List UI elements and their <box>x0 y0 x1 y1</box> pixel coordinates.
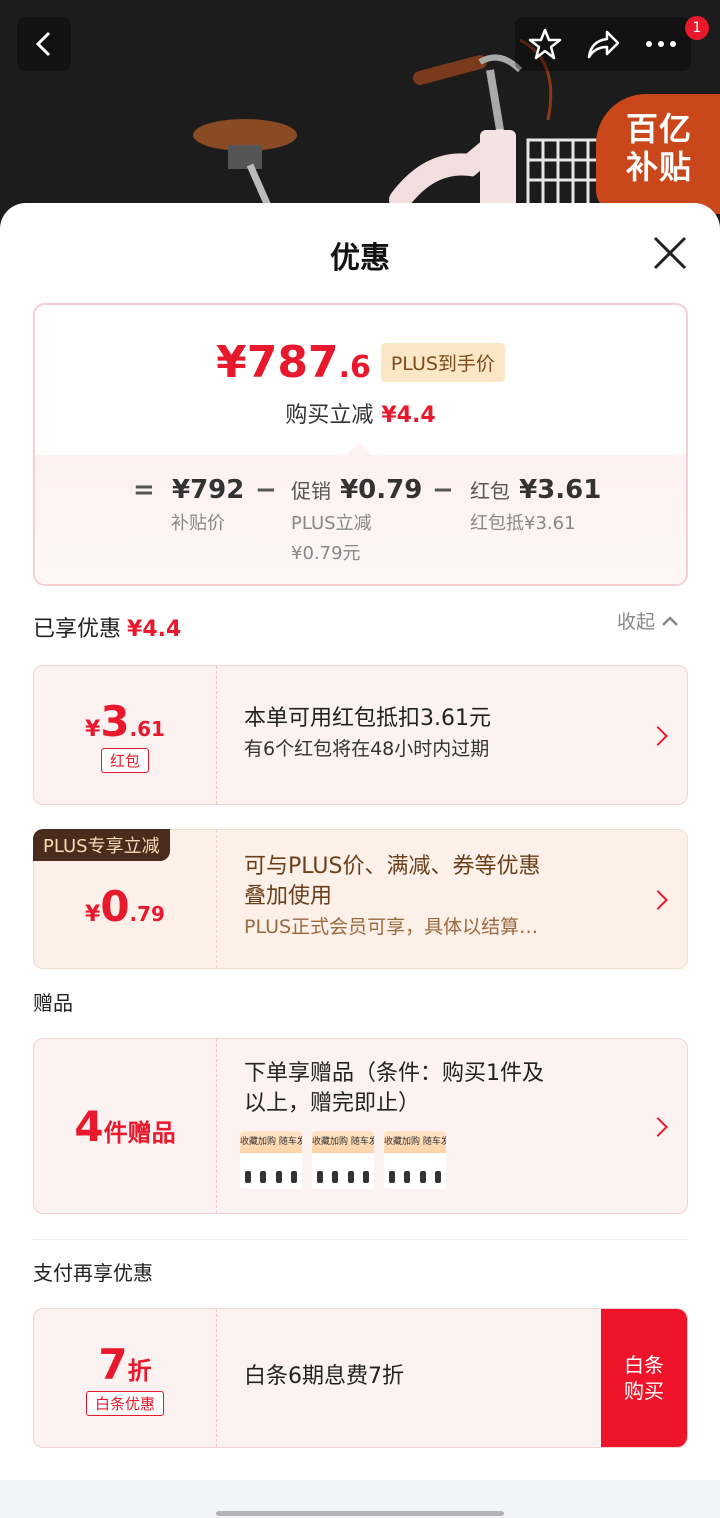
redpacket-offer-card[interactable]: ¥3.61 红包 本单可用红包抵扣3.61元 有6个红包将在48小时内过期 <box>33 665 688 805</box>
chevron-right-icon <box>648 890 668 910</box>
gift-section-label: 赠品 <box>33 991 73 1015</box>
plus-price-tag: PLUS到手价 <box>380 343 505 382</box>
chevron-up-icon <box>662 615 678 626</box>
gift-offer-card[interactable]: 4件赠品 下单享赠品（条件：购买1件及 以上，赠完即止） 收藏加购 随车发出 收… <box>33 1038 688 1214</box>
baitiao-desc: 白条6期息费7折 <box>244 1364 404 1389</box>
subsidy-tag: 百亿 补贴 <box>596 94 720 214</box>
redpacket-amount: ¥3.61 <box>85 697 165 746</box>
subsidy-tag-line2: 补贴 <box>626 148 693 186</box>
redpacket-label: 红包抵¥3.61 <box>470 513 576 534</box>
redpacket-value: 红包 ¥3.61 <box>470 475 602 505</box>
plus-offer-card[interactable]: PLUS专享立减 ¥0.79 可与PLUS价、满减、券等优惠 叠加使用 PLUS… <box>33 829 688 969</box>
promo-label: PLUS立减 ¥0.79元 <box>291 513 372 564</box>
plus-amount: ¥0.79 <box>85 881 165 931</box>
star-icon <box>528 28 562 60</box>
minus-sign-1: − <box>255 475 277 505</box>
gift-count: 4件赠品 <box>74 1101 176 1151</box>
plus-desc: 可与PLUS价、满减、券等优惠 叠加使用 PLUS正式会员可享，具体以结算… <box>244 854 541 938</box>
gift-desc: 下单享赠品（条件：购买1件及 以上，赠完即止） <box>244 1061 544 1116</box>
notification-badge: 1 <box>685 16 709 40</box>
save-line: 购买立减 ¥4.4 <box>285 403 436 428</box>
promo-value: 促销 ¥0.79 <box>291 475 423 505</box>
base-price-label: 补贴价 <box>171 513 225 534</box>
gift-thumbnail: 收藏加购 随车发出 <box>240 1131 302 1189</box>
chevron-right-icon <box>648 1117 668 1137</box>
baitiao-tag: 白条优惠 <box>85 1391 164 1416</box>
chevron-right-icon <box>648 726 668 746</box>
favorite-button[interactable] <box>516 17 574 71</box>
baitiao-offer-card: 7折 白条优惠 白条6期息费7折 白条 购买 <box>33 1308 688 1448</box>
more-button[interactable] <box>632 17 690 71</box>
more-dots-icon <box>646 41 676 47</box>
top-action-group <box>515 17 691 71</box>
price-breakdown-card: ¥787.6 PLUS到手价 购买立减 ¥4.4 = ¥792 补贴价 − 促销 … <box>33 303 688 586</box>
gift-thumbnails: 收藏加购 随车发出 收藏加购 随车发出 收藏加购 随车发出 <box>240 1131 446 1189</box>
chevron-left-icon <box>35 31 51 57</box>
collapse-toggle[interactable]: 收起 <box>617 607 679 634</box>
close-button[interactable] <box>650 233 690 273</box>
back-button[interactable] <box>17 17 71 71</box>
redpacket-desc: 本单可用红包抵扣3.61元 有6个红包将在48小时内过期 <box>244 706 491 760</box>
final-price: ¥787.6 <box>216 337 371 388</box>
share-button[interactable] <box>574 17 632 71</box>
payment-section-label: 支付再享优惠 <box>33 1261 153 1285</box>
home-indicator[interactable] <box>216 1511 504 1516</box>
enjoyed-discount: 已享优惠 ¥4.4 <box>33 617 182 642</box>
close-icon <box>653 236 687 270</box>
base-price-value: ¥792 <box>172 475 245 505</box>
price-formula: = ¥792 补贴价 − 促销 ¥0.79 PLUS立减 ¥0.79元 − 红包… <box>35 455 686 584</box>
redpacket-tag: 红包 <box>100 748 149 773</box>
discount-sheet: 优惠 ¥787.6 PLUS到手价 购买立减 ¥4.4 = ¥792 补贴价 − … <box>0 203 720 1518</box>
minus-sign-2: − <box>432 475 454 505</box>
equals-sign: = <box>133 475 155 505</box>
subsidy-tag-line1: 百亿 <box>626 110 693 148</box>
gift-thumbnail: 收藏加购 随车发出 <box>312 1131 374 1189</box>
share-icon <box>587 30 620 59</box>
baitiao-buy-button[interactable]: 白条 购买 <box>601 1309 687 1447</box>
baitiao-discount: 7折 <box>98 1340 152 1389</box>
section-divider <box>33 1239 688 1240</box>
sheet-title: 优惠 <box>330 241 390 276</box>
gift-thumbnail: 收藏加购 随车发出 <box>384 1131 446 1189</box>
